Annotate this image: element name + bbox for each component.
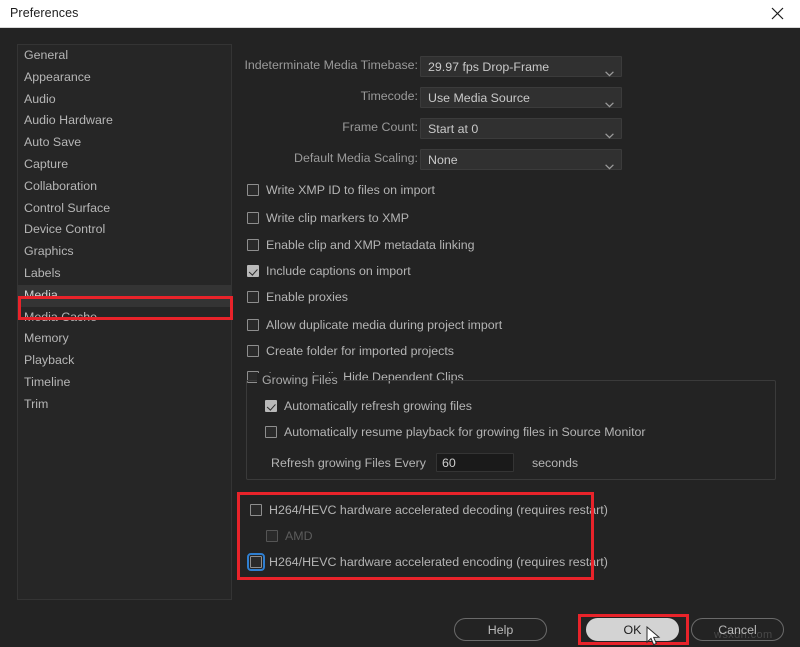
checkbox-label: H264/HEVC hardware accelerated encoding …: [269, 555, 608, 569]
ok-button[interactable]: OK: [586, 618, 679, 641]
sidebar-item-collaboration[interactable]: Collaboration: [18, 176, 231, 198]
checkbox-amd: AMD: [266, 529, 313, 543]
checkbox-automatically-resume-playback-for-growing-files-in-source-monitor[interactable]: Automatically resume playback for growin…: [265, 425, 646, 439]
sidebar-item-device-control[interactable]: Device Control: [18, 219, 231, 241]
checkbox-unchecked-icon[interactable]: [265, 426, 277, 438]
checkbox-label: Enable proxies: [266, 290, 348, 304]
growing-files-legend: Growing Files: [257, 373, 343, 387]
checkbox-label: Include captions on import: [266, 264, 411, 278]
sidebar-item-media-cache[interactable]: Media Cache: [18, 307, 231, 329]
chevron-down-icon: [605, 157, 614, 170]
checkbox-label: Enable clip and XMP metadata linking: [266, 238, 475, 252]
dropdown-frame-count[interactable]: Start at 0: [420, 118, 622, 139]
refresh-interval-row: Refresh growing Files Every seconds: [271, 453, 578, 472]
checkbox-label: Automatically refresh growing files: [284, 399, 473, 413]
checkbox-label: Allow duplicate media during project imp…: [266, 318, 503, 332]
dropdown-default-media-scaling[interactable]: None: [420, 149, 622, 170]
checkbox-automatically-refresh-growing-files[interactable]: Automatically refresh growing files: [265, 399, 472, 413]
field-row: Frame Count: Start at 0: [244, 118, 784, 139]
field-row: Default Media Scaling: None: [244, 149, 784, 170]
checkbox-create-folder-for-imported-projects[interactable]: Create folder for imported projects: [247, 344, 454, 358]
sidebar-item-capture[interactable]: Capture: [18, 154, 231, 176]
checkbox-unchecked-icon[interactable]: [250, 504, 262, 516]
dropdown-value: None: [428, 152, 458, 167]
sidebar-item-appearance[interactable]: Appearance: [18, 67, 231, 89]
checkbox-unchecked-icon: [266, 530, 278, 542]
chevron-down-icon: [605, 95, 614, 108]
checkbox-unchecked-icon[interactable]: [247, 239, 259, 251]
close-icon[interactable]: [754, 0, 800, 27]
checkbox-allow-duplicate-media-during-project-import[interactable]: Allow duplicate media during project imp…: [247, 318, 502, 332]
dropdown-value: Use Media Source: [428, 90, 530, 105]
checkbox-write-clip-markers-to-xmp[interactable]: Write clip markers to XMP: [247, 211, 409, 225]
sidebar-item-audio-hardware[interactable]: Audio Hardware: [18, 110, 231, 132]
preferences-category-list[interactable]: General Appearance Audio Audio Hardware Auto…: [17, 44, 232, 600]
sidebar-item-media[interactable]: Media: [18, 284, 231, 307]
field-label: Frame Count:: [342, 120, 418, 134]
checkbox-unchecked-icon[interactable]: [247, 184, 259, 196]
title-bar: Preferences: [0, 0, 800, 28]
checkbox-checked-icon[interactable]: [247, 265, 259, 277]
sidebar-item-playback[interactable]: Playback: [18, 350, 231, 372]
checkbox-h264-hevc-hardware-accelerated-encoding-requires-restart[interactable]: H264/HEVC hardware accelerated encoding …: [247, 553, 608, 571]
preferences-dialog: Preferences General Appearance Audio Audio …: [0, 0, 800, 647]
field-label: Default Media Scaling:: [294, 151, 418, 165]
refresh-interval-unit: seconds: [531, 455, 579, 470]
dropdown-timecode[interactable]: Use Media Source: [420, 87, 622, 108]
window-title: Preferences: [10, 6, 79, 20]
checkbox-label: H264/HEVC hardware accelerated decoding …: [269, 503, 608, 517]
chevron-down-icon: [605, 126, 614, 139]
checkbox-enable-proxies[interactable]: Enable proxies: [247, 290, 348, 304]
refresh-interval-label: Refresh growing Files Every: [271, 455, 426, 470]
checkbox-label: Create folder for imported projects: [266, 344, 455, 358]
checkbox-label: Write XMP ID to files on import: [266, 183, 435, 197]
sidebar-item-trim[interactable]: Trim: [18, 394, 231, 416]
checkbox-label: AMD: [285, 529, 313, 543]
checkbox-label: Write clip markers to XMP: [266, 211, 409, 225]
sidebar-item-general[interactable]: General: [18, 45, 231, 67]
field-label: Indeterminate Media Timebase:: [244, 58, 418, 72]
checkbox-unchecked-icon[interactable]: [247, 212, 259, 224]
field-row: Indeterminate Media Timebase: 29.97 fps D…: [244, 56, 784, 77]
checkbox-enable-clip-and-xmp-metadata-linking[interactable]: Enable clip and XMP metadata linking: [247, 238, 474, 252]
chevron-down-icon: [605, 64, 614, 77]
sidebar-item-audio[interactable]: Audio: [18, 89, 231, 111]
checkbox-h264-hevc-hardware-accelerated-decoding-requires-restart[interactable]: H264/HEVC hardware accelerated decoding …: [250, 503, 608, 517]
sidebar-item-timeline[interactable]: Timeline: [18, 372, 231, 394]
field-row: Timecode: Use Media Source: [244, 87, 784, 108]
dropdown-value: 29.97 fps Drop-Frame: [428, 59, 550, 74]
sidebar-item-control-surface[interactable]: Control Surface: [18, 198, 231, 220]
field-label: Timecode:: [360, 89, 418, 103]
checkbox-include-captions-on-import[interactable]: Include captions on import: [247, 264, 411, 278]
checkbox-unchecked-icon[interactable]: [247, 291, 259, 303]
sidebar-item-memory[interactable]: Memory: [18, 328, 231, 350]
checkbox-unchecked-icon[interactable]: [247, 319, 259, 331]
dropdown-indeterminate-media-timebase[interactable]: 29.97 fps Drop-Frame: [420, 56, 622, 77]
cancel-button[interactable]: Cancel: [691, 618, 784, 641]
sidebar-item-auto-save[interactable]: Auto Save: [18, 132, 231, 154]
refresh-interval-input[interactable]: [435, 453, 514, 472]
checkbox-label: Automatically resume playback for growin…: [284, 425, 646, 439]
help-button[interactable]: Help: [454, 618, 547, 641]
growing-files-group: Growing Files Automatically refresh grow…: [246, 373, 776, 480]
sidebar-item-graphics[interactable]: Graphics: [18, 241, 231, 263]
dropdown-value: Start at 0: [428, 121, 479, 136]
media-preferences-panel: Indeterminate Media Timebase: 29.97 fps D…: [244, 44, 784, 600]
sidebar-item-labels[interactable]: Labels: [18, 263, 231, 285]
dialog-button-bar: Help OK Cancel: [0, 618, 800, 642]
checkbox-unchecked-icon[interactable]: [247, 345, 259, 357]
checkbox-checked-icon[interactable]: [265, 400, 277, 412]
checkbox-write-xmp-id-to-files-on-import[interactable]: Write XMP ID to files on import: [247, 183, 435, 197]
checkbox-unchecked-icon[interactable]: [247, 553, 265, 571]
